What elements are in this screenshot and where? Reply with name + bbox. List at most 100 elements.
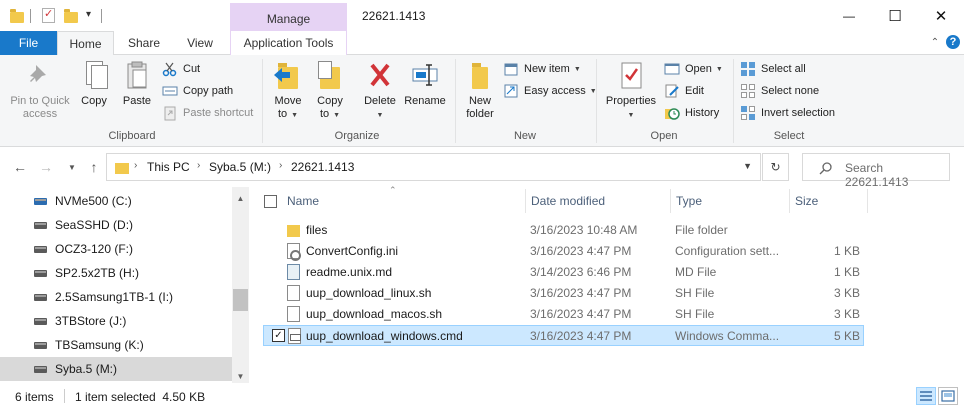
move-to-button[interactable]: Move to ▼ [270, 59, 306, 122]
scrollbar-thumb[interactable] [233, 289, 248, 311]
nav-item-drive[interactable]: SP2.5x2TB (H:) [0, 261, 232, 285]
nav-item-drive[interactable]: SeaSSHD (D:) [0, 213, 232, 237]
nav-item-drive-selected[interactable]: Syba.5 (M:) [0, 357, 232, 381]
copy-path-button[interactable]: Copy path [162, 81, 233, 101]
address-bar[interactable]: › This PC › Syba.5 (M:) › 22621.1413 ▼ [106, 153, 761, 181]
nav-item-label: TBSamsung (K:) [55, 338, 144, 352]
column-divider[interactable] [525, 189, 526, 213]
column-header-date[interactable]: Date modified [531, 194, 605, 212]
recent-locations-button[interactable]: ▼ [62, 157, 82, 177]
large-icons-view-button[interactable] [938, 387, 958, 405]
folder-icon[interactable] [10, 9, 24, 23]
file-row[interactable]: readme.unix.md 3/14/2023 6:46 PM MD File… [263, 262, 864, 283]
tab-manage[interactable]: Manage [230, 3, 347, 31]
edit-button[interactable]: Edit [664, 81, 704, 101]
nav-item-drive[interactable]: 3TBStore (J:) [0, 309, 232, 333]
column-divider[interactable] [867, 189, 868, 213]
address-dropdown-icon[interactable]: ▼ [743, 161, 752, 171]
properties-icon[interactable] [42, 7, 55, 23]
md-file-icon [287, 264, 300, 280]
move-to-label-line2: to ▼ [277, 108, 299, 120]
search-input[interactable]: Search 22621.1413 [802, 153, 950, 189]
copy-to-icon [314, 59, 346, 91]
delete-button[interactable]: Delete ▼ [360, 59, 400, 122]
tab-home[interactable]: Home [57, 31, 114, 56]
easy-access-button[interactable]: Easy access ▼ [503, 81, 597, 101]
file-row-selected[interactable]: ✓ uup_download_windows.cmd 3/16/2023 4:4… [263, 325, 864, 346]
new-item-button[interactable]: New item ▼ [503, 59, 581, 79]
file-row[interactable]: uup_download_linux.sh 3/16/2023 4:47 PM … [263, 283, 864, 304]
tab-application-tools[interactable]: Application Tools [230, 31, 347, 55]
refresh-button[interactable]: ↻ [762, 153, 789, 181]
tab-file[interactable]: File [0, 31, 57, 55]
move-to-icon [272, 59, 304, 91]
copy-button[interactable]: Copy [76, 59, 112, 108]
scroll-up-icon[interactable]: ▲ [232, 190, 249, 207]
breadcrumb-current-folder[interactable]: 22621.1413 [291, 160, 354, 174]
cut-button[interactable]: Cut [162, 59, 200, 79]
tab-view[interactable]: View [174, 31, 226, 55]
new-folder-button[interactable]: New folder [462, 59, 498, 121]
column-header-name[interactable]: Name [287, 194, 319, 212]
open-label: Open [685, 63, 712, 75]
nav-item-drive[interactable]: TBSamsung (K:) [0, 333, 232, 357]
drive-icon [34, 293, 47, 301]
forward-button[interactable]: → [36, 157, 56, 177]
copy-to-button[interactable]: Copy to ▼ [312, 59, 348, 122]
nav-scrollbar[interactable] [232, 187, 249, 383]
maximize-icon: ☐ [888, 7, 902, 25]
breadcrumb-this-pc[interactable]: This PC [147, 160, 190, 174]
chevron-down-icon: ▼ [573, 65, 581, 73]
selection-info: 1 item selected 4.50 KB [75, 390, 206, 404]
file-date: 3/16/2023 10:48 AM [530, 223, 638, 237]
pin-label-line2: access [22, 108, 58, 120]
drive-icon [34, 365, 47, 373]
nav-item-drive[interactable]: NVMe500 (C:) [0, 189, 232, 213]
row-checkbox-checked[interactable]: ✓ [272, 329, 285, 342]
paste-shortcut-icon [162, 105, 178, 121]
chevron-right-icon: › [134, 160, 138, 171]
help-icon[interactable]: ? [946, 35, 960, 49]
select-all-button[interactable]: Select all [740, 59, 806, 79]
open-button[interactable]: Open ▼ [664, 59, 723, 79]
details-view-button[interactable] [916, 387, 936, 405]
rename-button[interactable]: Rename [403, 59, 447, 108]
nav-item-drive[interactable]: 2.5Samsung1TB-1 (I:) [0, 285, 232, 309]
invert-selection-button[interactable]: Invert selection [740, 103, 835, 123]
file-row[interactable]: files 3/16/2023 10:48 AM File folder [263, 220, 864, 241]
properties-button[interactable]: Properties ▼ [604, 59, 658, 122]
column-divider[interactable] [670, 189, 671, 213]
history-button[interactable]: History [664, 103, 719, 123]
pin-to-quick-access-button[interactable]: Pin to Quick access [6, 59, 74, 121]
close-button[interactable]: ✕ [918, 0, 964, 31]
new-item-icon [503, 61, 519, 77]
select-none-button[interactable]: Select none [740, 81, 819, 101]
easy-access-label: Easy access [524, 85, 586, 97]
column-header-type[interactable]: Type [676, 194, 702, 212]
select-all-checkbox[interactable] [264, 195, 277, 208]
minimize-button[interactable]: — [826, 0, 872, 31]
new-folder-icon[interactable] [64, 9, 78, 23]
maximize-button[interactable]: ☐ [872, 0, 918, 31]
back-button[interactable]: ← [10, 157, 30, 177]
customize-toolbar-icon[interactable]: ▾ [86, 9, 91, 20]
group-divider [596, 59, 597, 143]
file-row[interactable]: ConvertConfig.ini 3/16/2023 4:47 PM Conf… [263, 241, 864, 262]
file-date: 3/16/2023 4:47 PM [530, 329, 632, 343]
tab-share[interactable]: Share [118, 31, 170, 55]
scroll-down-icon[interactable]: ▼ [232, 368, 249, 385]
pin-label-line1: Pin to Quick [10, 95, 70, 107]
properties-label: Properties [605, 95, 657, 107]
column-header-size[interactable]: Size [795, 194, 818, 212]
file-type: Windows Comma... [675, 329, 780, 343]
paste-button[interactable]: Paste [118, 59, 156, 108]
column-divider[interactable] [789, 189, 790, 213]
file-row[interactable]: uup_download_macos.sh 3/16/2023 4:47 PM … [263, 304, 864, 325]
expand-ribbon-icon[interactable]: ⌃ [928, 35, 942, 49]
up-button[interactable]: ↑ [84, 157, 104, 177]
breadcrumb-drive[interactable]: Syba.5 (M:) [209, 160, 271, 174]
details-view-icon [920, 391, 932, 401]
new-item-label: New item [524, 63, 570, 75]
nav-item-drive[interactable]: OCZ3-120 (F:) [0, 237, 232, 261]
paste-shortcut-button[interactable]: Paste shortcut [162, 103, 253, 123]
